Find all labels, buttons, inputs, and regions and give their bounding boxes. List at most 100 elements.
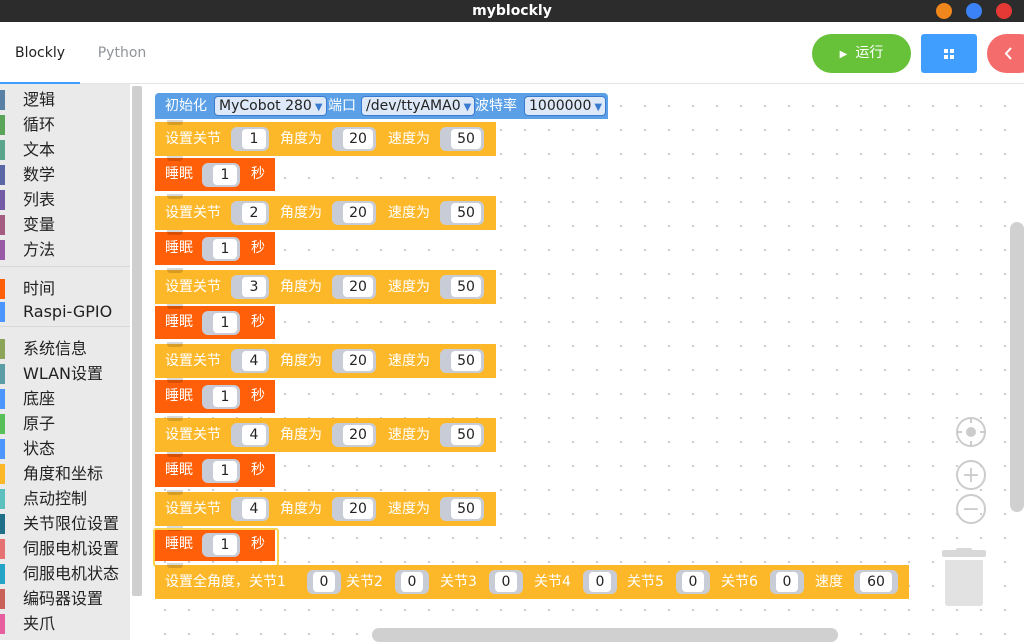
tab-python[interactable]: Python	[82, 22, 162, 82]
sleep-unit: 秒	[251, 536, 265, 552]
j4-input[interactable]: 0	[589, 572, 611, 592]
set-joint-block[interactable]: 设置关节 1 角度为 20 速度为 50	[155, 120, 496, 156]
speed-input[interactable]: 50	[451, 203, 481, 223]
toolbox-category[interactable]: 原子	[0, 412, 130, 436]
back-button[interactable]	[987, 34, 1024, 73]
sleep-input[interactable]: 1	[213, 313, 237, 333]
toolbox-category[interactable]: 关节限位设置	[0, 512, 130, 536]
sleep-input[interactable]: 1	[213, 165, 237, 185]
sleep-input[interactable]: 1	[213, 239, 237, 259]
joint-input[interactable]: 2	[242, 203, 266, 223]
plus-icon: +	[961, 463, 981, 488]
tab-bar: Blockly Python ▶ 运行	[0, 22, 1024, 84]
set-joint-block[interactable]: 设置关节 3 角度为 20 速度为 50	[155, 268, 496, 304]
speed-input[interactable]: 50	[451, 499, 481, 519]
j6-input[interactable]: 0	[776, 572, 798, 592]
category-label: 循环	[23, 115, 56, 134]
sleep-input[interactable]: 1	[213, 461, 237, 481]
workspace-vertical-scrollbar[interactable]	[1010, 222, 1024, 512]
angle-input[interactable]: 20	[343, 277, 373, 297]
j3-input[interactable]: 0	[495, 572, 517, 592]
model-value: MyCobot 280	[219, 98, 312, 114]
close-button[interactable]	[996, 3, 1012, 19]
toolbox-category[interactable]: 夹爪	[0, 612, 130, 636]
toolbox-category[interactable]: 状态	[0, 437, 130, 461]
toolbox-category[interactable]: 文本	[0, 138, 130, 162]
toolbox-category[interactable]: 列表	[0, 188, 130, 212]
toolbox-category[interactable]: 方法	[0, 238, 130, 262]
angle-input[interactable]: 20	[343, 351, 373, 371]
angle-input[interactable]: 20	[343, 499, 373, 519]
recenter-button[interactable]	[956, 417, 986, 447]
set-all-angles-block[interactable]: 设置全角度，关节1 0 关节2 0 关节3 0 关节4 0 关节5 0 关节6 …	[155, 563, 909, 599]
toolbox-category[interactable]: 底座	[0, 387, 130, 411]
angle-input[interactable]: 20	[343, 203, 373, 223]
sleep-block[interactable]: 睡眠 1 秒	[155, 452, 275, 487]
joint-input[interactable]: 3	[242, 277, 266, 297]
toolbox-category[interactable]: 变量	[0, 213, 130, 237]
zoom-out-button[interactable]: −	[956, 494, 986, 524]
model-dropdown[interactable]: MyCobot 280 ▼	[214, 96, 327, 116]
speed-input[interactable]: 60	[860, 572, 892, 592]
zoom-in-button[interactable]: +	[956, 460, 986, 490]
speed-input[interactable]: 50	[451, 425, 481, 445]
toolbox-category[interactable]: 伺服电机状态	[0, 562, 130, 586]
toolbox-category[interactable]: 编码器设置	[0, 587, 130, 611]
sleep-block[interactable]: 睡眠 1 秒	[155, 526, 275, 561]
set-joint-label: 设置关节	[165, 279, 221, 295]
joint-input[interactable]: 4	[242, 351, 266, 371]
run-button[interactable]: ▶ 运行	[812, 34, 911, 73]
tab-blockly[interactable]: Blockly	[0, 22, 80, 84]
toolbox-category[interactable]: 逻辑	[0, 88, 130, 112]
j1-input[interactable]: 0	[313, 572, 335, 592]
j2-label: 关节2	[346, 574, 383, 590]
speed-input[interactable]: 50	[451, 277, 481, 297]
sleep-block[interactable]: 睡眠 1 秒	[155, 230, 275, 265]
joint-input[interactable]: 1	[242, 129, 266, 149]
toolbox-category[interactable]: 循环	[0, 113, 130, 137]
speed-input[interactable]: 50	[451, 351, 481, 371]
minimize-button[interactable]	[936, 3, 952, 19]
angle-label: 角度为	[280, 279, 322, 295]
speed-label: 速度为	[388, 205, 430, 221]
set-joint-block[interactable]: 设置关节 4 角度为 20 速度为 50	[155, 490, 496, 526]
set-joint-block[interactable]: 设置关节 4 角度为 20 速度为 50	[155, 342, 496, 378]
j2-input[interactable]: 0	[401, 572, 423, 592]
toolbox-category[interactable]: 时间	[0, 277, 130, 301]
toolbox-category[interactable]: 数学	[0, 163, 130, 187]
toolbox-category[interactable]: 点动控制	[0, 487, 130, 511]
toolbox-category[interactable]: WLAN设置	[0, 362, 130, 386]
sleep-block[interactable]: 睡眠 1 秒	[155, 378, 275, 413]
category-color-bar	[0, 464, 5, 484]
toolbox-scrollbar[interactable]	[132, 86, 142, 596]
angle-input[interactable]: 20	[343, 425, 373, 445]
maximize-button[interactable]	[966, 3, 982, 19]
set-joint-block[interactable]: 设置关节 2 角度为 20 速度为 50	[155, 194, 496, 230]
all-angles-label: 设置全角度，关节1	[165, 574, 286, 590]
grid-menu-button[interactable]	[921, 34, 977, 73]
speed-input[interactable]: 50	[451, 129, 481, 149]
set-joint-block[interactable]: 设置关节 4 角度为 20 速度为 50	[155, 416, 496, 452]
joint-input[interactable]: 4	[242, 425, 266, 445]
sleep-input[interactable]: 1	[213, 387, 237, 407]
sleep-block[interactable]: 睡眠 1 秒	[155, 304, 275, 339]
toolbox-category[interactable]: 系统信息	[0, 337, 130, 361]
category-label: 方法	[23, 240, 56, 259]
j5-input[interactable]: 0	[682, 572, 704, 592]
baud-dropdown[interactable]: 1000000 ▼	[524, 96, 607, 116]
sleep-label: 睡眠	[165, 314, 193, 330]
sleep-unit: 秒	[251, 166, 265, 182]
category-label: 文本	[23, 140, 56, 159]
trash-can[interactable]	[942, 548, 986, 606]
port-dropdown[interactable]: /dev/ttyAMA0 ▼	[361, 96, 476, 116]
sleep-unit: 秒	[251, 314, 265, 330]
sleep-input[interactable]: 1	[213, 535, 237, 555]
speed-label: 速度为	[388, 131, 430, 147]
toolbox-category[interactable]: 角度和坐标	[0, 462, 130, 486]
joint-input[interactable]: 4	[242, 499, 266, 519]
toolbox-category[interactable]: 伺服电机设置	[0, 537, 130, 561]
angle-input[interactable]: 20	[343, 129, 373, 149]
sleep-block[interactable]: 睡眠 1 秒	[155, 156, 275, 191]
toolbox-category[interactable]: Raspi-GPIO	[0, 300, 130, 324]
init-block[interactable]: 初始化 MyCobot 280 ▼ 端口 /dev/ttyAMA0 ▼ 波特率 10…	[155, 93, 608, 119]
